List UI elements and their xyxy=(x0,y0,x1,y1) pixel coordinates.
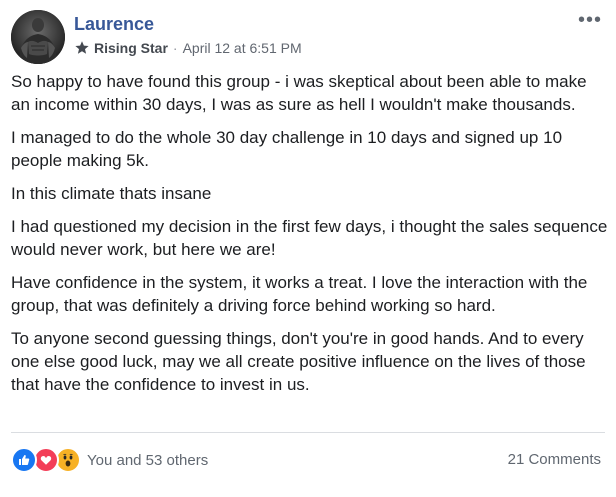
post-body: So happy to have found this group - i wa… xyxy=(11,70,608,406)
badge-label[interactable]: Rising Star xyxy=(94,40,168,56)
post-paragraph: I had questioned my decision in the firs… xyxy=(11,217,608,259)
post-timestamp[interactable]: April 12 at 6:51 PM xyxy=(183,40,302,56)
post-card: Laurence Rising Star · April 12 at 6:51 … xyxy=(0,0,616,497)
more-options-icon: ••• xyxy=(577,9,602,31)
post-paragraph: To anyone second guessing things, don't … xyxy=(11,329,586,394)
footer-divider xyxy=(11,432,605,433)
star-icon xyxy=(74,40,90,56)
post-paragraph: Have confidence in the system, it works … xyxy=(11,273,588,315)
like-icon xyxy=(11,447,37,473)
post-meta: Rising Star · April 12 at 6:51 PM xyxy=(74,38,302,58)
author-avatar[interactable] xyxy=(11,10,65,64)
more-options-button[interactable]: ••• xyxy=(576,10,604,30)
post-paragraph: So happy to have found this group - i wa… xyxy=(11,72,587,114)
reaction-count-link[interactable]: You and 53 others xyxy=(87,452,208,469)
post-paragraph: In this climate thats insane xyxy=(11,184,212,203)
profile-photo-icon xyxy=(11,10,65,64)
reaction-icons[interactable] xyxy=(11,447,81,473)
post-paragraph: I managed to do the whole 30 day challen… xyxy=(11,128,563,170)
comments-count-link[interactable]: 21 Comments xyxy=(508,451,601,468)
meta-separator: · xyxy=(172,40,178,56)
reactions-summary: You and 53 others xyxy=(11,447,208,473)
author-name-link[interactable]: Laurence xyxy=(74,13,154,35)
